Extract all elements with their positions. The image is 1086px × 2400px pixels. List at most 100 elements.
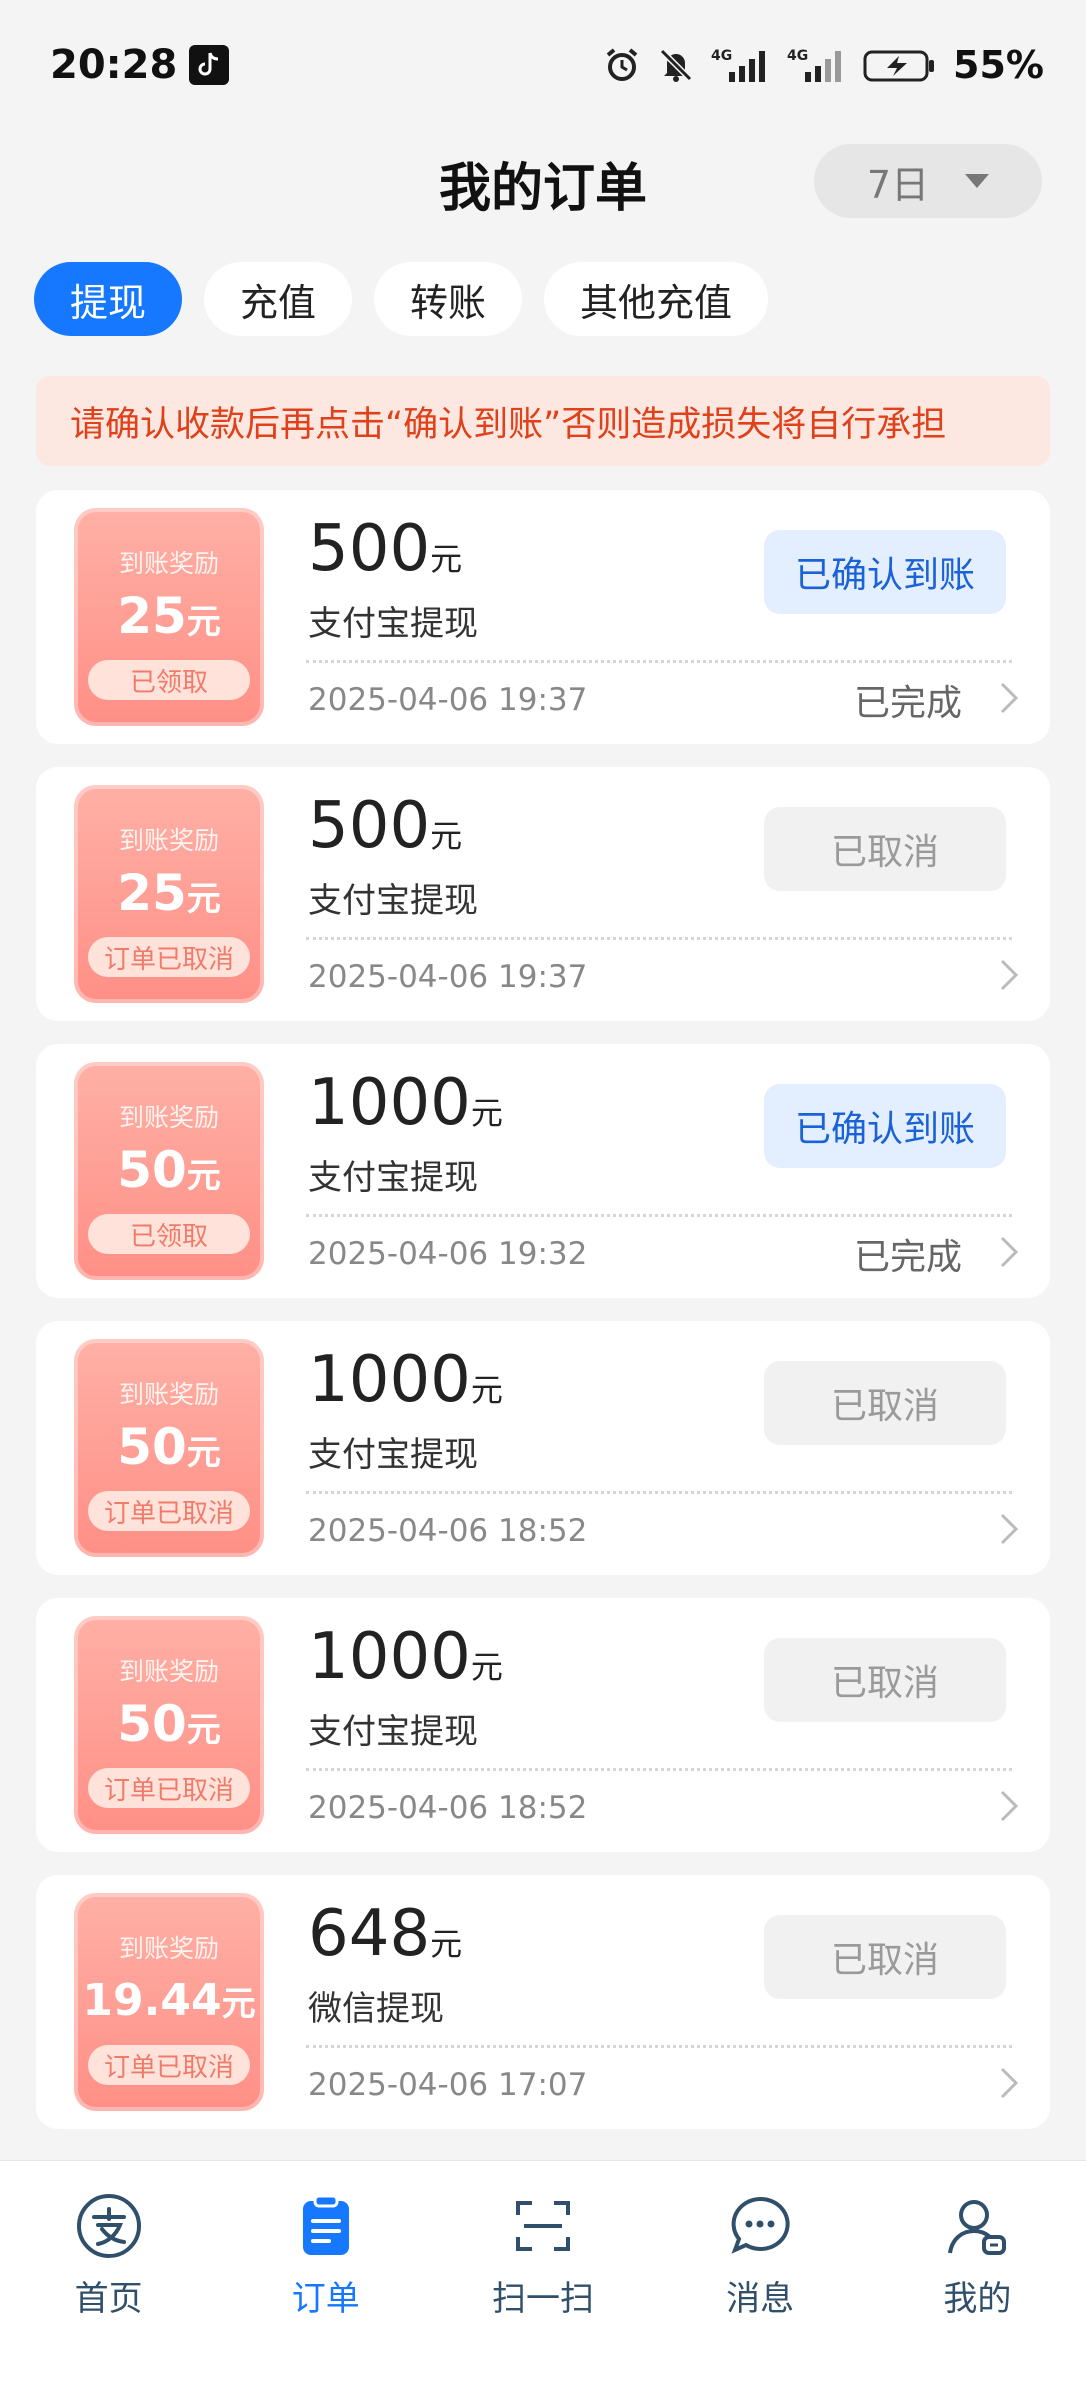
clipboard-icon (293, 2193, 359, 2263)
reward-coupon: 到账奖励 50元 已领取 (74, 1062, 264, 1280)
svg-text:4G: 4G (787, 48, 808, 64)
order-amount: 500元 (308, 789, 463, 863)
reward-coupon: 到账奖励 50元 订单已取消 (74, 1339, 264, 1557)
reward-title: 到账奖励 (118, 1657, 219, 1686)
order-datetime: 2025-04-06 19:37 (308, 682, 588, 718)
order-amount: 1000元 (308, 1343, 503, 1417)
order-card[interactable]: 到账奖励 50元 订单已取消 1000元 支付宝提现 已取消 2025-04-0… (36, 1321, 1050, 1575)
date-range-value: 7日 (866, 162, 930, 207)
reward-amount: 50元 (117, 1141, 221, 1199)
alipay-icon (76, 2193, 142, 2263)
chevron-right-icon[interactable] (998, 1788, 1020, 1828)
order-datetime: 2025-04-06 18:52 (308, 1790, 588, 1826)
order-method: 支付宝提现 (308, 1158, 478, 1198)
order-card[interactable]: 到账奖励 50元 已领取 1000元 支付宝提现 已确认到账 2025-04-0… (36, 1044, 1050, 1298)
reward-status-badge: 订单已取消 (88, 1768, 250, 1808)
nav-label: 扫一扫 (491, 2279, 594, 2319)
alarm-icon (603, 46, 641, 84)
cancelled-status-button[interactable]: 已取消 (764, 807, 1006, 891)
date-range-dropdown[interactable]: 7日 (814, 144, 1042, 218)
reward-coupon: 到账奖励 25元 已领取 (74, 508, 264, 726)
user-icon (944, 2193, 1010, 2263)
completed-label: 已完成 (853, 683, 962, 724)
cancelled-status-button[interactable]: 已取消 (764, 1915, 1006, 1999)
nav-profile[interactable]: 我的 (869, 2161, 1086, 2400)
warning-banner: 请确认收款后再点击“确认到账”否则造成损失将自行承担 (36, 376, 1050, 466)
reward-amount: 25元 (117, 587, 221, 645)
divider (306, 660, 1012, 663)
order-card[interactable]: 到账奖励 19.44元 订单已取消 648元 微信提现 已取消 2025-04-… (36, 1875, 1050, 2129)
order-datetime: 2025-04-06 19:37 (308, 959, 588, 995)
chevron-right-icon[interactable] (998, 2065, 1020, 2105)
tab-other-recharge[interactable]: 其他充值 (544, 262, 769, 336)
reward-title: 到账奖励 (118, 826, 219, 855)
divider (306, 1491, 1012, 1494)
tiktok-icon (189, 45, 230, 85)
chevron-right-icon[interactable] (998, 680, 1020, 720)
tab-withdraw[interactable]: 提现 (34, 262, 183, 336)
confirmed-status-button[interactable]: 已确认到账 (764, 1084, 1006, 1168)
reward-status-badge: 订单已取消 (88, 1491, 250, 1531)
chat-icon (727, 2193, 793, 2263)
chevron-right-icon[interactable] (998, 957, 1020, 997)
reward-amount: 50元 (117, 1695, 221, 1753)
reward-title: 到账奖励 (118, 1103, 219, 1132)
reward-status-badge: 已领取 (88, 660, 250, 700)
order-datetime: 2025-04-06 17:07 (308, 2067, 588, 2103)
order-method: 支付宝提现 (308, 604, 478, 644)
cancelled-status-button[interactable]: 已取消 (764, 1638, 1006, 1722)
signal-4g-icon: 4G (711, 46, 771, 84)
order-card[interactable]: 到账奖励 25元 订单已取消 500元 支付宝提现 已取消 2025-04-06… (36, 767, 1050, 1021)
reward-status-badge: 订单已取消 (88, 2045, 250, 2085)
nav-scan[interactable]: 扫一扫 (434, 2161, 651, 2400)
order-method: 支付宝提现 (308, 1712, 478, 1752)
signal-4g-icon: 4G (787, 46, 847, 84)
order-card[interactable]: 到账奖励 25元 已领取 500元 支付宝提现 已确认到账 2025-04-06… (36, 490, 1050, 744)
order-amount: 1000元 (308, 1620, 503, 1694)
order-card[interactable]: 到账奖励 50元 订单已取消 1000元 支付宝提现 已取消 2025-04-0… (36, 1598, 1050, 1852)
reward-amount: 19.44元 (82, 1975, 256, 2026)
divider (306, 1768, 1012, 1771)
chevron-right-icon[interactable] (998, 1234, 1020, 1274)
battery-charging-icon (863, 46, 937, 84)
nav-messages[interactable]: 消息 (652, 2161, 869, 2400)
divider (306, 937, 1012, 940)
completed-label: 已完成 (853, 1237, 962, 1278)
status-right: 4G 4G 55% (603, 43, 1044, 87)
tab-recharge[interactable]: 充值 (204, 262, 353, 336)
divider (306, 1214, 1012, 1217)
status-bar: 20:28 4G 4G 55% (0, 0, 1086, 130)
nav-label: 消息 (726, 2279, 795, 2319)
reward-amount: 25元 (117, 864, 221, 922)
reward-coupon: 到账奖励 25元 订单已取消 (74, 785, 264, 1003)
order-datetime: 2025-04-06 18:52 (308, 1513, 588, 1549)
bottom-nav: 首页 订单 扫一扫 消息 我的 (0, 2160, 1086, 2400)
nav-label: 我的 (943, 2279, 1012, 2319)
order-method: 支付宝提现 (308, 1435, 478, 1475)
divider (306, 2045, 1012, 2048)
reward-coupon: 到账奖励 19.44元 订单已取消 (74, 1893, 264, 2111)
reward-title: 到账奖励 (118, 1380, 219, 1409)
order-method: 支付宝提现 (308, 881, 478, 921)
caret-down-icon (965, 174, 990, 188)
order-amount: 648元 (308, 1897, 463, 1971)
mute-bell-icon (657, 46, 695, 84)
tab-transfer[interactable]: 转账 (374, 262, 523, 336)
status-left: 20:28 (50, 42, 230, 88)
reward-coupon: 到账奖励 50元 订单已取消 (74, 1616, 264, 1834)
status-time: 20:28 (50, 42, 178, 88)
chevron-right-icon[interactable] (998, 1511, 1020, 1551)
confirmed-status-button[interactable]: 已确认到账 (764, 530, 1006, 614)
nav-label: 订单 (291, 2279, 360, 2319)
nav-orders[interactable]: 订单 (217, 2161, 434, 2400)
order-list: 到账奖励 25元 已领取 500元 支付宝提现 已确认到账 2025-04-06… (36, 490, 1050, 2152)
reward-status-badge: 订单已取消 (88, 937, 250, 977)
reward-title: 到账奖励 (118, 549, 219, 578)
nav-label: 首页 (74, 2279, 143, 2319)
reward-amount: 50元 (117, 1418, 221, 1476)
cancelled-status-button[interactable]: 已取消 (764, 1361, 1006, 1445)
battery-percent: 55% (953, 43, 1044, 87)
nav-home[interactable]: 首页 (0, 2161, 217, 2400)
reward-status-badge: 已领取 (88, 1214, 250, 1254)
order-type-tabs: 提现 充值 转账 其他充值 (34, 262, 769, 336)
